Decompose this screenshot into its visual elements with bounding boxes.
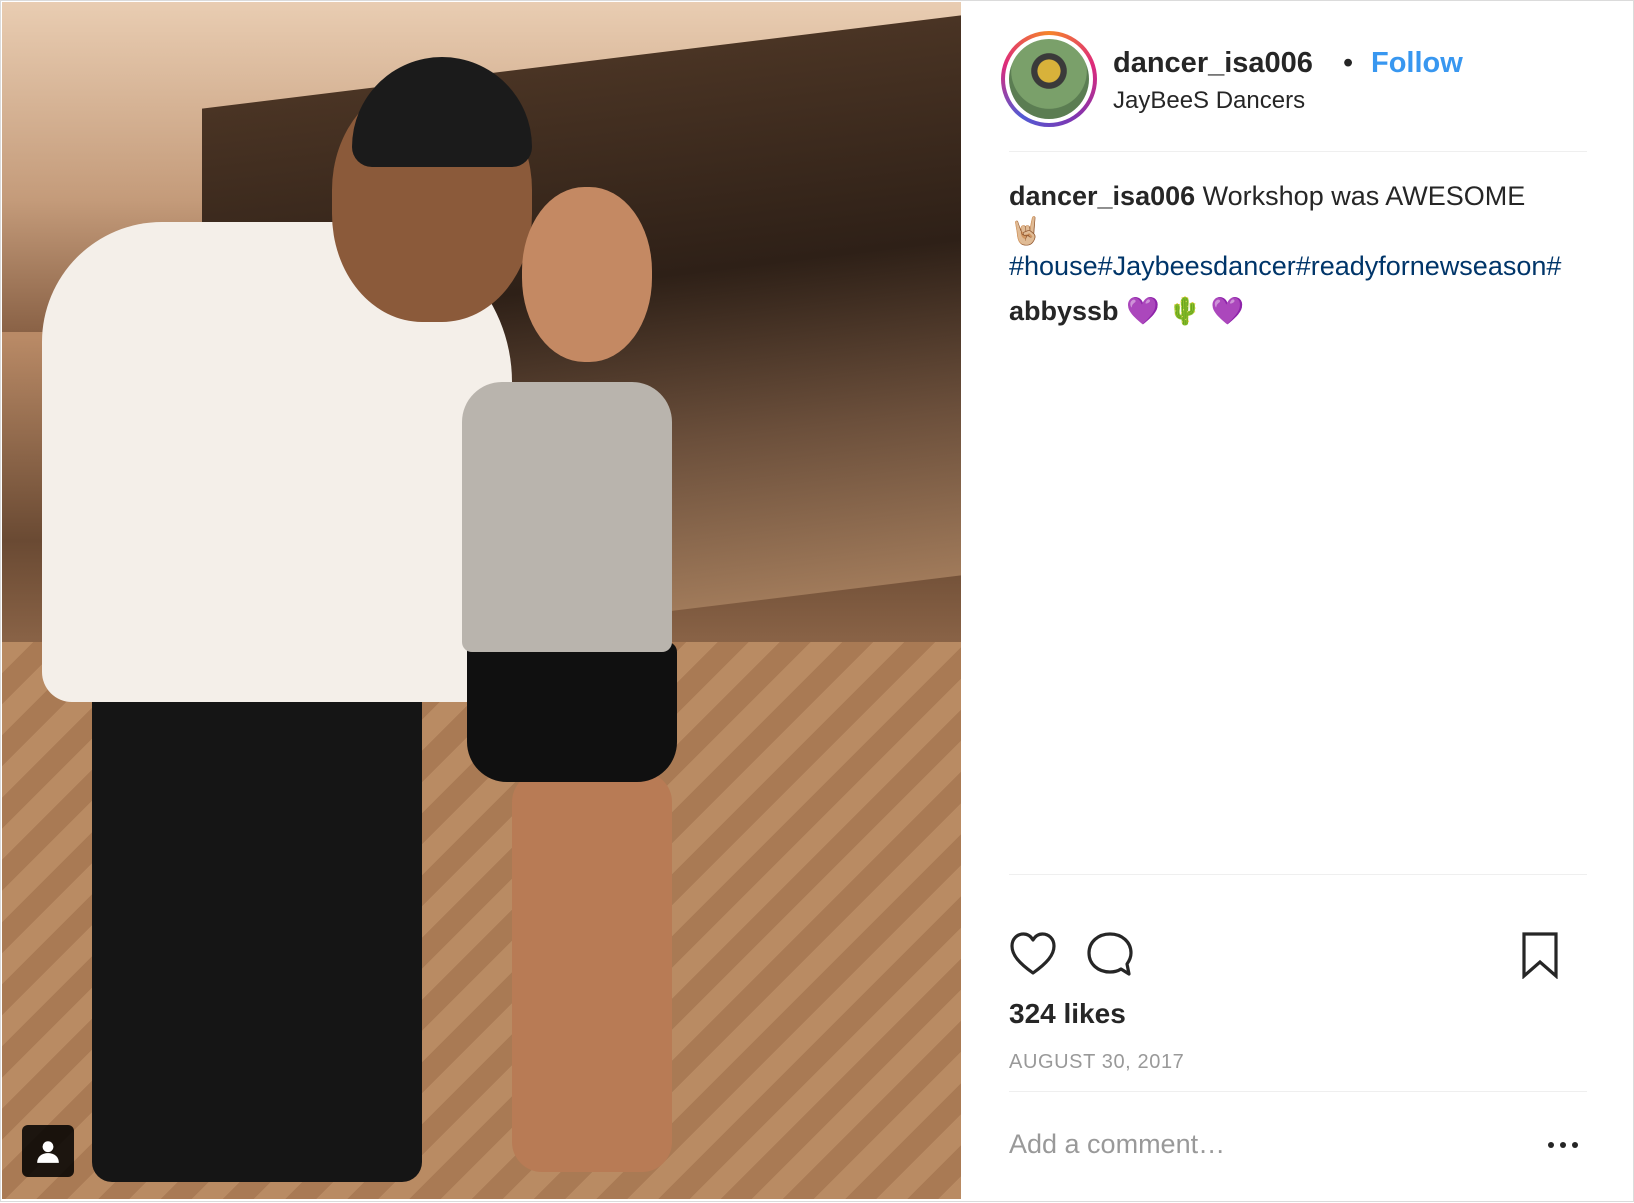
caption-text: Workshop was AWESOME <box>1202 181 1526 211</box>
photo-girl-head <box>522 187 652 362</box>
ellipsis-icon <box>1548 1142 1578 1148</box>
post-container: dancer_isa006 • Follow JayBeeS Dancers d… <box>0 0 1634 1202</box>
person-icon <box>37 1141 59 1163</box>
speech-bubble-icon <box>1087 932 1133 976</box>
caption: dancer_isa006 Workshop was AWESOME 🤘🏼 #h… <box>1009 179 1589 284</box>
post-sidebar: dancer_isa006 • Follow JayBeeS Dancers d… <box>961 1 1634 1203</box>
header-divider <box>1009 151 1587 152</box>
avatar[interactable] <box>1001 31 1097 127</box>
heart-icon <box>1010 932 1056 975</box>
rock-hand-emoji: 🤘🏼 <box>1009 216 1043 247</box>
comment-button[interactable] <box>1087 931 1133 982</box>
caption-hashtags[interactable]: #house#Jaybeesdancer#readyfornewseason# <box>1009 251 1561 281</box>
avatar-image <box>1009 39 1089 119</box>
action-bar <box>1009 931 1589 987</box>
photo-girl-shorts <box>467 642 677 782</box>
comment-text: 💜 🌵 💜 <box>1126 296 1245 327</box>
more-options-button[interactable] <box>1543 1125 1583 1165</box>
post-date[interactable]: AUGUST 30, 2017 <box>1009 1051 1184 1074</box>
location-link[interactable]: JayBeeS Dancers <box>1113 87 1305 115</box>
comments-section: dancer_isa006 Workshop was AWESOME 🤘🏼 #h… <box>1009 179 1589 329</box>
post-header: dancer_isa006 • Follow JayBeeS Dancers <box>1001 31 1601 129</box>
comment-divider <box>1009 1091 1587 1092</box>
comment-item: abbyssb 💜 🌵 💜 <box>1009 294 1589 329</box>
username-link[interactable]: dancer_isa006 <box>1113 47 1313 80</box>
photo-girl-top <box>462 382 672 652</box>
follow-button[interactable]: Follow <box>1371 47 1463 80</box>
comment-author-link[interactable]: abbyssb <box>1009 296 1119 326</box>
actions-divider <box>1009 874 1587 875</box>
caption-author-link[interactable]: dancer_isa006 <box>1009 181 1195 211</box>
add-comment-input[interactable] <box>1009 1129 1489 1160</box>
like-button[interactable] <box>1009 931 1057 982</box>
likes-count[interactable]: 324 likes <box>1009 998 1126 1030</box>
avatar-border <box>1005 35 1093 123</box>
post-photo[interactable] <box>2 2 961 1199</box>
separator-dot: • <box>1343 47 1354 79</box>
tagged-people-button[interactable] <box>22 1125 74 1177</box>
photo-girl-legs <box>512 772 672 1172</box>
bookmark-icon <box>1522 932 1558 980</box>
photo-man-pants <box>92 662 422 1182</box>
save-button[interactable] <box>1521 931 1559 984</box>
